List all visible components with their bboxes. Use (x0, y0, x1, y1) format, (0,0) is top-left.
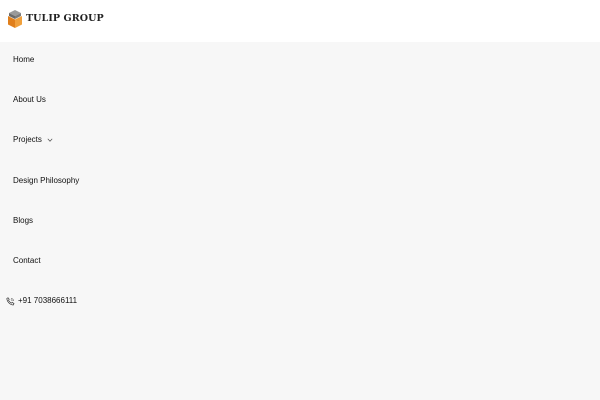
nav-item-projects[interactable]: Projects (13, 135, 53, 145)
chevron-down-icon[interactable] (47, 137, 53, 143)
phone-link[interactable]: +91 7038666111 (6, 296, 77, 306)
nav-item-label: Contact (13, 256, 41, 265)
nav-item-home[interactable]: Home (13, 55, 34, 65)
nav-item-contact[interactable]: Contact (13, 256, 41, 266)
nav-item-about-us[interactable]: About Us (13, 95, 46, 105)
site-header: TULIP GROUP (0, 0, 600, 42)
tulip-cube-logo-icon (8, 10, 22, 28)
brand-logo[interactable]: TULIP GROUP (7, 9, 104, 29)
nav-item-label: Design Philosophy (13, 176, 80, 185)
nav-item-label: About Us (13, 95, 46, 104)
mobile-nav-menu: Home About Us Projects Design Philosophy… (0, 42, 600, 400)
nav-item-label: Projects (13, 135, 42, 144)
phone-icon (6, 296, 15, 305)
nav-item-blogs[interactable]: Blogs (13, 216, 33, 226)
nav-item-label: Blogs (13, 216, 34, 225)
phone-number: +91 7038666111 (18, 296, 78, 305)
brand-name: TULIP GROUP (26, 13, 104, 24)
nav-item-design-philosophy[interactable]: Design Philosophy (13, 176, 79, 186)
nav-item-label: Home (13, 55, 35, 64)
